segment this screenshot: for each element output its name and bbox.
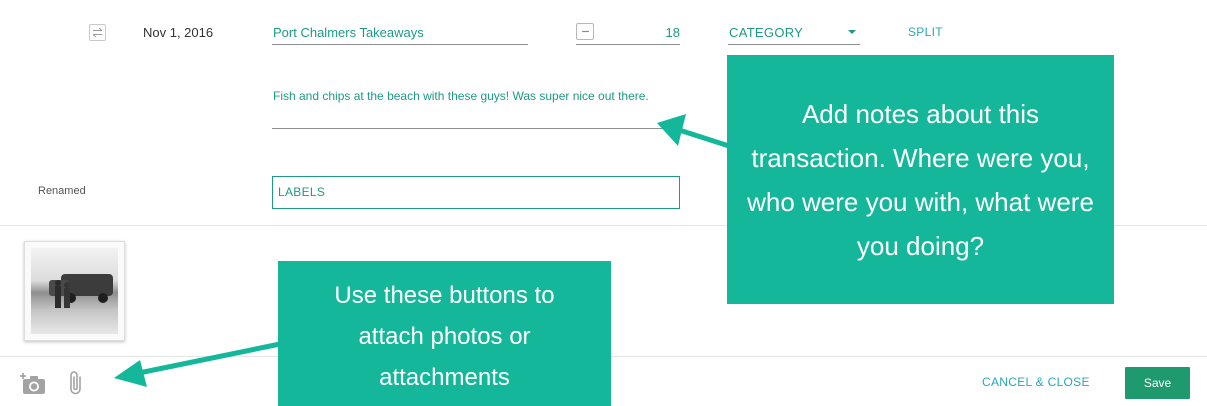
labels-field[interactable]: LABELS xyxy=(272,176,680,209)
attached-photo[interactable] xyxy=(24,241,125,341)
transaction-date: Nov 1, 2016 xyxy=(143,25,214,40)
notes-callout-text: Add notes about this transaction. Where … xyxy=(747,98,1094,261)
camera-add-icon xyxy=(20,373,45,394)
notes-value: Fish and chips at the beach with these g… xyxy=(273,89,649,103)
add-attachment-button[interactable] xyxy=(65,369,87,397)
renamed-label: Renamed xyxy=(38,185,86,197)
save-button[interactable]: Save xyxy=(1125,367,1190,399)
category-value: CATEGORY xyxy=(729,25,804,40)
photo-image xyxy=(31,248,118,334)
payee-field[interactable]: Port Chalmers Takeaways xyxy=(272,19,528,45)
notes-callout: Add notes about this transaction. Where … xyxy=(727,55,1114,304)
cancel-close-button[interactable]: CANCEL & CLOSE xyxy=(982,375,1090,389)
minus-icon xyxy=(581,30,589,33)
attach-callout: Use these buttons to attach photos or at… xyxy=(278,261,611,406)
labels-placeholder: LABELS xyxy=(278,185,326,199)
add-photo-button[interactable] xyxy=(19,369,47,397)
notes-field[interactable]: Fish and chips at the beach with these g… xyxy=(272,80,680,129)
amount-sign-toggle[interactable] xyxy=(576,23,594,40)
transfer-icon[interactable] xyxy=(89,24,106,41)
split-link[interactable]: SPLIT xyxy=(908,25,943,39)
amount-value: 18 xyxy=(665,25,680,40)
caret-down-icon xyxy=(848,30,856,34)
amount-field[interactable]: 18 xyxy=(576,19,680,45)
attach-arrow xyxy=(114,341,281,387)
payee-value: Port Chalmers Takeaways xyxy=(273,25,424,40)
paperclip-icon xyxy=(70,371,81,395)
category-select[interactable]: CATEGORY xyxy=(728,19,860,45)
attach-callout-text: Use these buttons to attach photos or at… xyxy=(334,282,555,391)
